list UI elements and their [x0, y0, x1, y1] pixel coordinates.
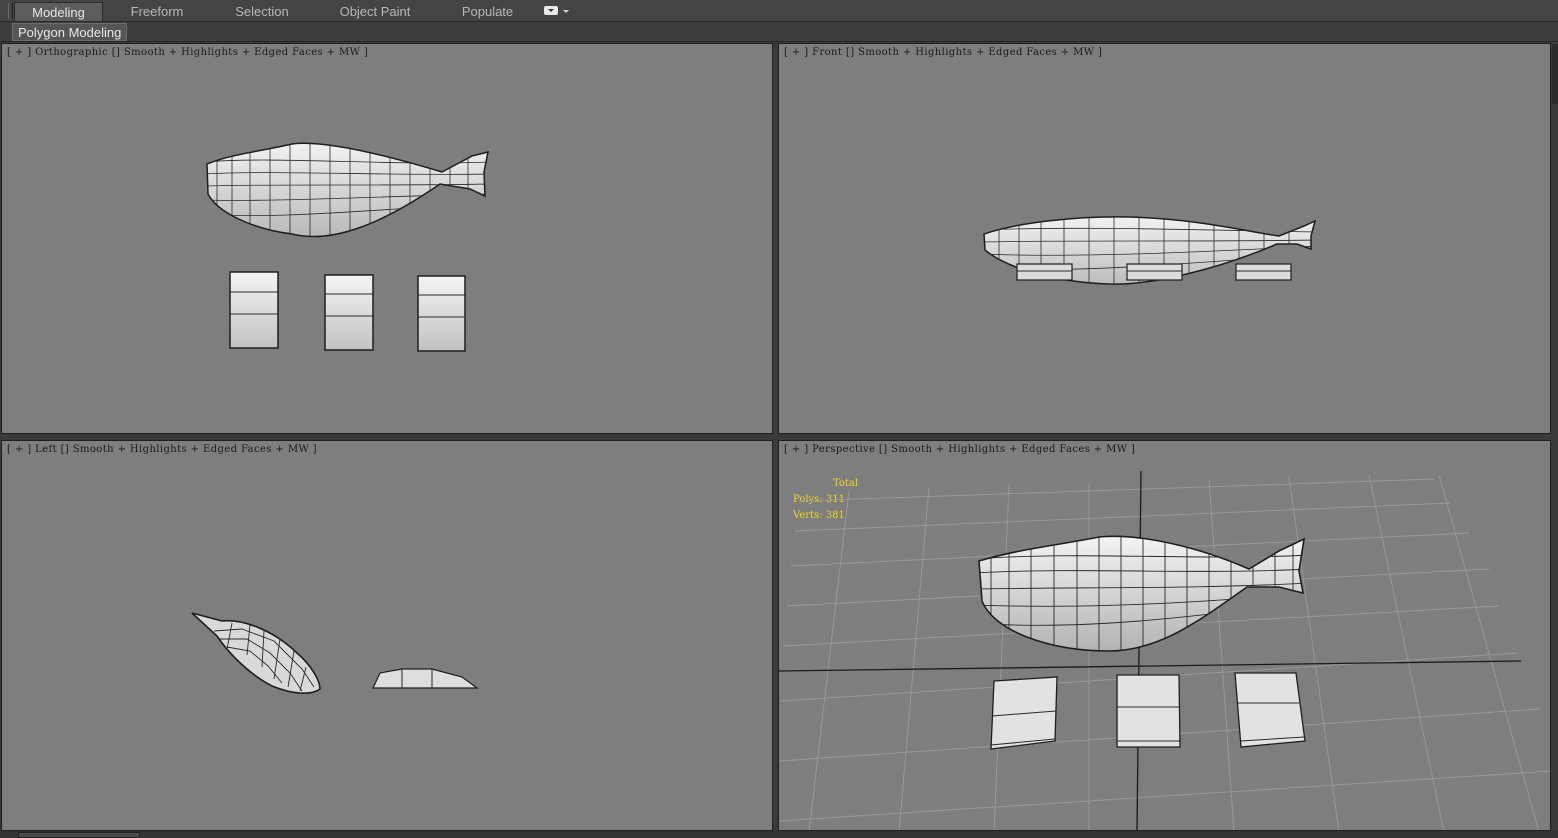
- box-meshes[interactable]: [990, 672, 1306, 750]
- box-meshes[interactable]: [1016, 263, 1292, 281]
- ribbon-options-icon[interactable]: [544, 6, 558, 15]
- bottom-status-strip: [0, 831, 1558, 838]
- chevron-down-icon[interactable]: [563, 10, 569, 13]
- viewport-scene-front: [983, 216, 1317, 285]
- tab-object-paint[interactable]: Object Paint: [330, 2, 420, 21]
- time-slider[interactable]: [18, 832, 140, 838]
- ribbon-subpanel: Polygon Modeling: [0, 22, 1558, 42]
- viewport-front[interactable]: [ + ] Front [] Smooth + Highlights + Edg…: [778, 43, 1551, 434]
- fish-mesh[interactable]: [974, 531, 1309, 661]
- box-meshes[interactable]: [372, 668, 479, 689]
- viewport-orthographic[interactable]: [ + ] Orthographic [] Smooth + Highlight…: [1, 43, 773, 434]
- box-meshes[interactable]: [229, 271, 466, 352]
- viewport-perspective[interactable]: [ + ] Perspective [] Smooth + Highlights…: [778, 440, 1551, 831]
- ribbon-tabs-bar: Modeling Freeform Selection Object Paint…: [0, 0, 1558, 22]
- tab-modeling[interactable]: Modeling: [14, 2, 103, 21]
- ribbon-grip-handle[interactable]: [8, 3, 13, 19]
- tab-populate[interactable]: Populate: [450, 2, 525, 21]
- fish-mesh[interactable]: [202, 139, 492, 244]
- polygon-modeling-button[interactable]: Polygon Modeling: [12, 23, 128, 41]
- perspective-grid: [779, 474, 1550, 830]
- viewport-scene-orthographic: [202, 139, 492, 352]
- viewport-scene-left: [191, 612, 479, 694]
- fish-mesh[interactable]: [191, 612, 321, 694]
- world-axes: [779, 470, 1522, 830]
- side-scrollbar[interactable]: [1552, 44, 1558, 104]
- viewport-scene-perspective: [779, 470, 1550, 830]
- viewport-left[interactable]: [ + ] Left [] Smooth + Highlights + Edge…: [1, 440, 773, 831]
- tab-selection[interactable]: Selection: [220, 2, 304, 21]
- tab-freeform[interactable]: Freeform: [115, 2, 199, 21]
